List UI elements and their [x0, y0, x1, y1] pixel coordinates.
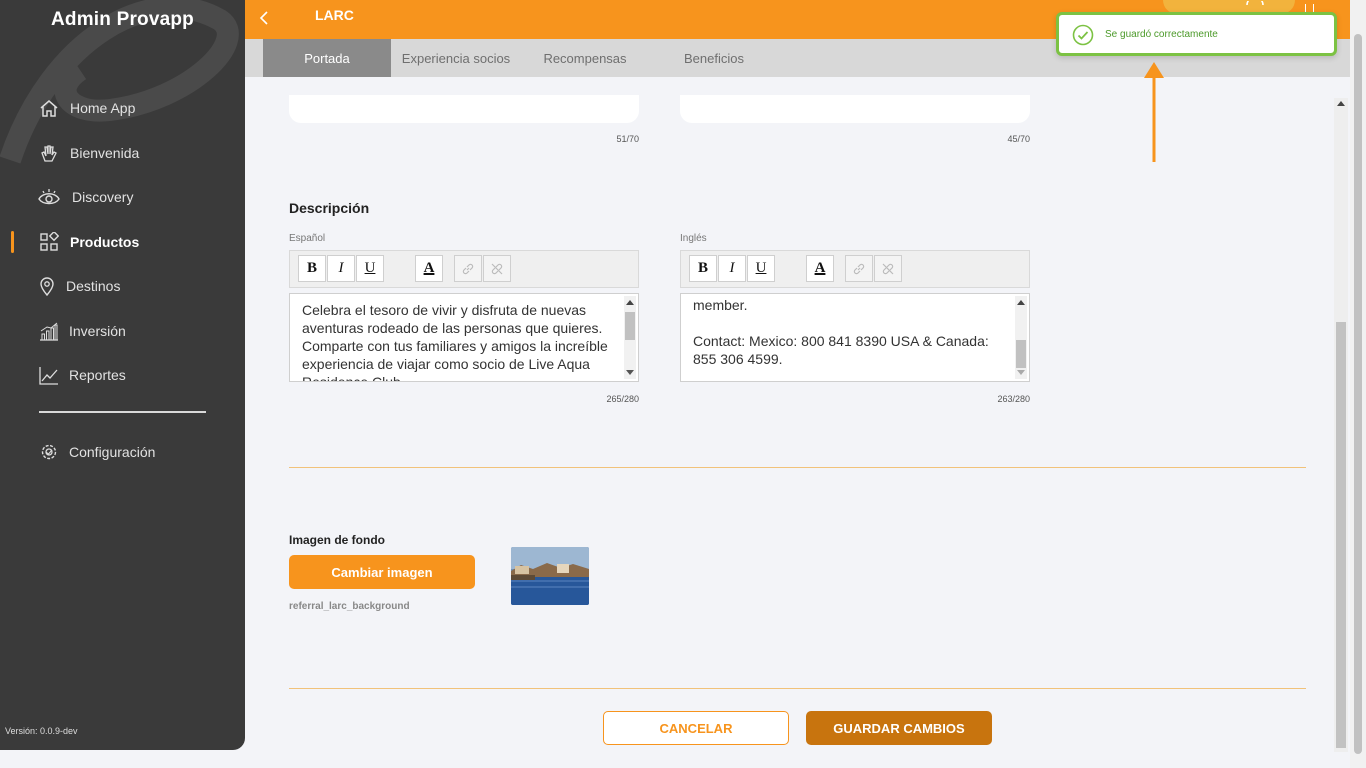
cancel-button[interactable]: CANCELAR — [603, 711, 789, 745]
sidebar-item-label: Destinos — [66, 278, 121, 294]
sidebar-item-label: Home App — [70, 100, 136, 116]
english-label: Inglés — [680, 233, 707, 244]
text-color-button[interactable]: A — [806, 255, 834, 282]
sidebar-item-label: Productos — [70, 234, 140, 250]
gear-icon — [38, 441, 60, 463]
chevron-left-icon[interactable] — [257, 8, 273, 28]
unlink-icon[interactable] — [874, 255, 902, 282]
editor-scrollbar[interactable] — [1015, 296, 1027, 379]
sidebar-item-label: Configuración — [69, 444, 156, 460]
wave-hand-icon — [38, 142, 60, 164]
tab-recompensas[interactable]: Recompensas — [525, 39, 645, 77]
editor-scrollbar[interactable] — [624, 296, 636, 379]
app-version: Versión: 0.0.9-dev — [5, 726, 78, 736]
sidebar-item-home-app[interactable]: Home App — [0, 93, 245, 123]
sidebar-item-destinos[interactable]: Destinos — [0, 271, 245, 301]
sidebar-item-discovery[interactable]: Discovery — [0, 182, 245, 212]
page-title: LARC — [315, 7, 354, 23]
sidebar-item-bienvenida[interactable]: Bienvenida — [0, 138, 245, 168]
section-divider — [289, 688, 1306, 689]
bar-chart-icon — [38, 320, 60, 342]
char-counter: 265/280 — [606, 394, 639, 404]
char-counter: 51/70 — [616, 134, 639, 144]
active-indicator — [11, 231, 14, 253]
tab-beneficios[interactable]: Beneficios — [655, 39, 773, 77]
background-thumbnail — [511, 547, 589, 605]
toast-message: Se guardó correctamente — [1105, 29, 1218, 40]
description-en-text[interactable]: member. Contact: Mexico: 800 841 8390 US… — [693, 296, 1009, 368]
text-color-button[interactable]: A — [415, 255, 443, 282]
check-circle-icon — [1072, 24, 1094, 46]
title-es-input[interactable] — [289, 95, 639, 123]
save-button[interactable]: GUARDAR CAMBIOS — [806, 711, 992, 745]
bold-button[interactable]: B — [689, 255, 717, 282]
unlink-icon[interactable] — [483, 255, 511, 282]
sidebar-divider — [39, 411, 206, 413]
sidebar-item-label: Reportes — [69, 367, 126, 383]
link-icon[interactable] — [845, 255, 873, 282]
editor-toolbar-en: B I U A — [680, 250, 1030, 288]
char-counter: 45/70 — [1007, 134, 1030, 144]
map-pin-icon — [36, 275, 58, 297]
background-image-title: Imagen de fondo — [289, 533, 385, 547]
search-icon[interactable] — [1245, 0, 1265, 12]
sidebar-item-label: Inversión — [69, 323, 126, 339]
sidebar-item-reportes[interactable]: Reportes — [0, 360, 245, 390]
tab-portada[interactable]: Portada — [263, 39, 391, 77]
home-icon — [38, 97, 60, 119]
char-counter: 263/280 — [997, 394, 1030, 404]
italic-button[interactable]: I — [718, 255, 746, 282]
description-es-text[interactable]: Celebra el tesoro de vivir y disfruta de… — [302, 301, 618, 381]
sidebar-item-productos[interactable]: Productos — [0, 227, 245, 257]
app-brand: Admin Provapp — [50, 9, 194, 30]
italic-button[interactable]: I — [327, 255, 355, 282]
underline-button[interactable]: U — [747, 255, 775, 282]
underline-button[interactable]: U — [356, 255, 384, 282]
sidebar-item-configuracion[interactable]: Configuración — [0, 437, 245, 467]
success-toast: Se guardó correctamente — [1056, 12, 1337, 56]
sidebar-item-label: Discovery — [72, 189, 134, 205]
tab-experiencia-socios[interactable]: Experiencia socios — [391, 39, 521, 77]
arrow-up-icon — [1144, 62, 1164, 162]
bold-button[interactable]: B — [298, 255, 326, 282]
line-chart-icon — [38, 364, 60, 386]
content-scrollbar[interactable] — [1334, 98, 1348, 752]
image-filename: referral_larc_background — [289, 601, 410, 612]
description-en-editor[interactable]: member. Contact: Mexico: 800 841 8390 US… — [680, 293, 1030, 382]
link-icon[interactable] — [454, 255, 482, 282]
sidebar-item-label: Bienvenida — [70, 145, 140, 161]
app-root: Admin Provapp Home App Bienvenida Discov… — [0, 0, 1366, 768]
spanish-label: Español — [289, 233, 326, 244]
eye-icon — [38, 186, 60, 208]
products-grid-icon — [38, 231, 60, 253]
description-title: Descripción — [289, 200, 370, 216]
window-scrollbar[interactable] — [1350, 0, 1366, 768]
section-divider — [289, 467, 1306, 468]
sidebar-item-inversion[interactable]: Inversión — [0, 316, 245, 346]
change-image-button[interactable]: Cambiar imagen — [289, 555, 475, 589]
editor-toolbar-es: B I U A — [289, 250, 639, 288]
sidebar: Admin Provapp Home App Bienvenida Discov… — [0, 0, 245, 750]
title-en-input[interactable] — [680, 95, 1030, 123]
description-es-editor[interactable]: Celebra el tesoro de vivir y disfruta de… — [289, 293, 639, 382]
